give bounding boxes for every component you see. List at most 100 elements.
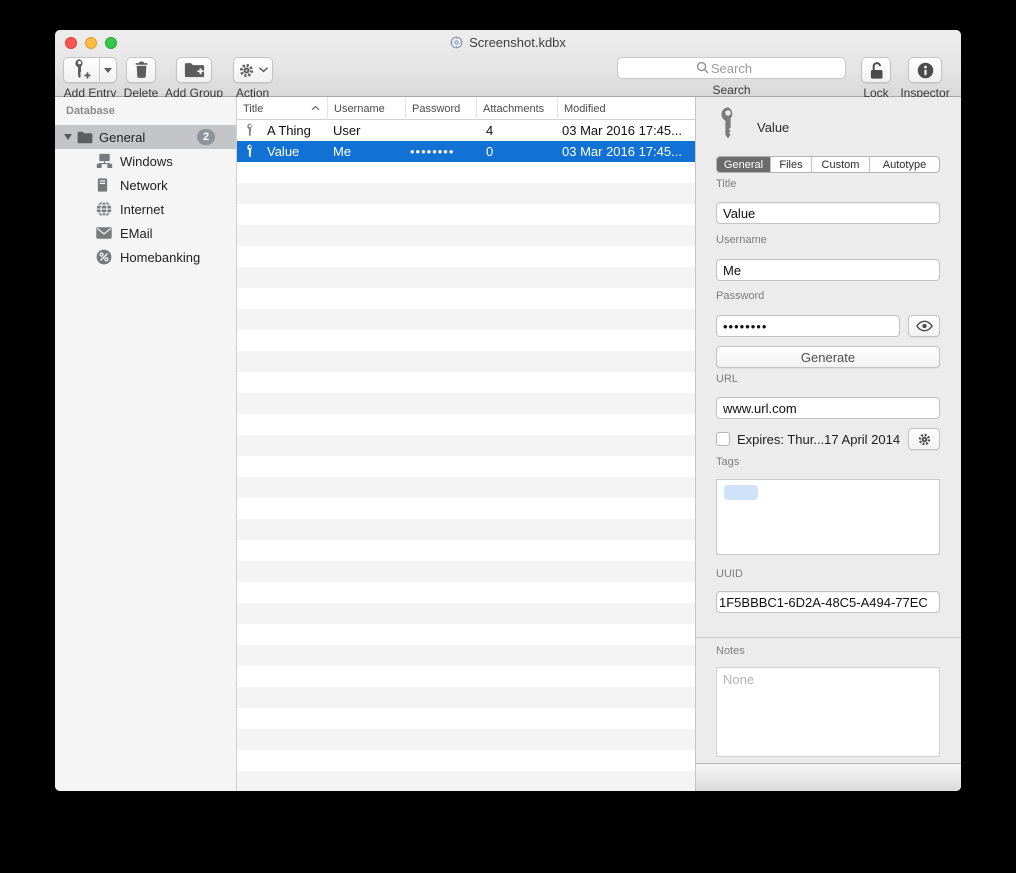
info-icon [917,62,934,79]
tab-custom[interactable]: Custom [811,157,869,172]
search-area: Search [617,57,846,97]
sidebar-item-network[interactable]: Network [55,173,236,197]
section-divider [696,637,961,638]
sidebar-item-label: Network [120,178,168,193]
add-group-button[interactable] [176,57,212,83]
envelope-icon [96,227,112,239]
table-header: Title Username Password Attachments Modi… [237,97,695,120]
notes-field-label: Notes [716,645,745,657]
key-icon [245,144,255,159]
inspector-tabs: General Files Custom Autotype [716,156,940,173]
cell-title: Value [267,141,299,162]
percent-icon [96,249,112,265]
tab-general[interactable]: General [717,157,770,172]
inspector-panel: Value General Files Custom Autotype Titl… [696,97,961,791]
column-header-attachments[interactable]: Attachments [476,97,557,120]
globe-icon [96,201,112,217]
sidebar-item-internet[interactable]: Internet [55,197,236,221]
table-row[interactable]: A Thing User 4 03 Mar 2016 17:45... [237,120,695,141]
inspector-footer [696,763,961,791]
sidebar-item-label: Windows [120,154,173,169]
expires-settings-button[interactable] [908,428,940,450]
table-row-selected[interactable]: Value Me •••••••• 0 03 Mar 2016 17:45... [237,141,695,162]
search-input[interactable] [617,57,846,79]
sidebar-item-windows[interactable]: Windows [55,149,236,173]
notes-field[interactable] [716,667,940,757]
sidebar-item-label: General [99,130,145,145]
expires-checkbox[interactable] [716,432,730,446]
username-field-label: Username [716,234,767,246]
gear-icon [917,432,932,447]
cell-attachments: 4 [486,120,493,141]
disclosure-triangle-icon[interactable] [64,134,72,140]
search-label: Search [617,83,846,97]
cell-username: User [333,120,360,141]
cell-modified: 03 Mar 2016 17:45... [562,141,682,162]
url-field[interactable] [716,397,940,419]
empty-row-stripes [237,162,695,791]
action-button[interactable] [233,57,273,83]
window-title: Screenshot.kdbx [469,35,566,50]
cell-title: A Thing [267,120,311,141]
chevron-down-icon [104,68,112,73]
sidebar-item-email[interactable]: EMail [55,221,236,245]
add-entry-button[interactable] [63,57,117,83]
sort-ascending-icon [311,105,320,111]
add-entry-dropdown[interactable] [99,58,116,82]
entry-title: Value [757,120,789,135]
open-padlock-icon [869,61,884,80]
trash-icon [134,61,149,79]
column-header-title[interactable]: Title [237,97,327,120]
title-field-label: Title [716,178,736,190]
password-field[interactable] [716,315,900,337]
gear-icon [238,62,255,79]
cell-username: Me [333,141,351,162]
folder-icon [77,131,93,144]
key-icon [716,105,740,143]
url-field-label: URL [716,373,738,385]
titlebar: Screenshot.kdbx [55,30,961,55]
uuid-field[interactable] [716,591,940,613]
key-plus-icon[interactable] [64,58,99,82]
folder-plus-icon [184,62,205,78]
delete-button[interactable] [126,57,156,83]
inspector-button[interactable] [908,57,942,83]
cell-attachments: 0 [486,141,493,162]
sidebar-item-homebanking[interactable]: Homebanking [55,245,236,269]
tags-field-label: Tags [716,456,739,468]
password-field-label: Password [716,290,764,302]
chevron-down-icon [259,67,268,73]
sidebar-section-header: Database [66,105,115,117]
window-chrome: Screenshot.kdbx Add Entry [55,30,961,97]
uuid-field-label: UUID [716,568,743,580]
sidebar-item-general[interactable]: General 2 [55,125,236,149]
sidebar-item-label: Homebanking [120,250,200,265]
entry-table: Title Username Password Attachments Modi… [237,97,696,791]
cell-password: •••••••• [410,141,454,162]
sidebar-item-label: EMail [120,226,153,241]
title-field[interactable] [716,202,940,224]
tags-field[interactable] [716,479,940,555]
sidebar-item-label: Internet [120,202,164,217]
entry-count-badge: 2 [197,129,215,145]
server-icon [96,177,109,193]
eye-icon [916,320,933,332]
tab-autotype[interactable]: Autotype [869,157,939,172]
tab-files[interactable]: Files [770,157,811,172]
column-header-password[interactable]: Password [405,97,476,120]
sidebar: Database General 2 [55,97,237,791]
reveal-password-button[interactable] [908,315,940,337]
toolbar: Add Entry Delete [55,55,961,97]
column-header-username[interactable]: Username [327,97,405,120]
tag-token [724,485,758,500]
column-header-modified[interactable]: Modified [557,97,696,120]
lock-button[interactable] [861,57,891,83]
computer-network-icon [96,153,113,169]
key-icon [245,123,255,138]
cell-modified: 03 Mar 2016 17:45... [562,120,682,141]
app-window: Screenshot.kdbx Add Entry [55,30,961,791]
expires-label: Expires: Thur...17 April 2014 [737,432,900,447]
generate-button[interactable]: Generate [716,346,940,368]
username-field[interactable] [716,259,940,281]
safe-dial-icon [450,36,463,49]
